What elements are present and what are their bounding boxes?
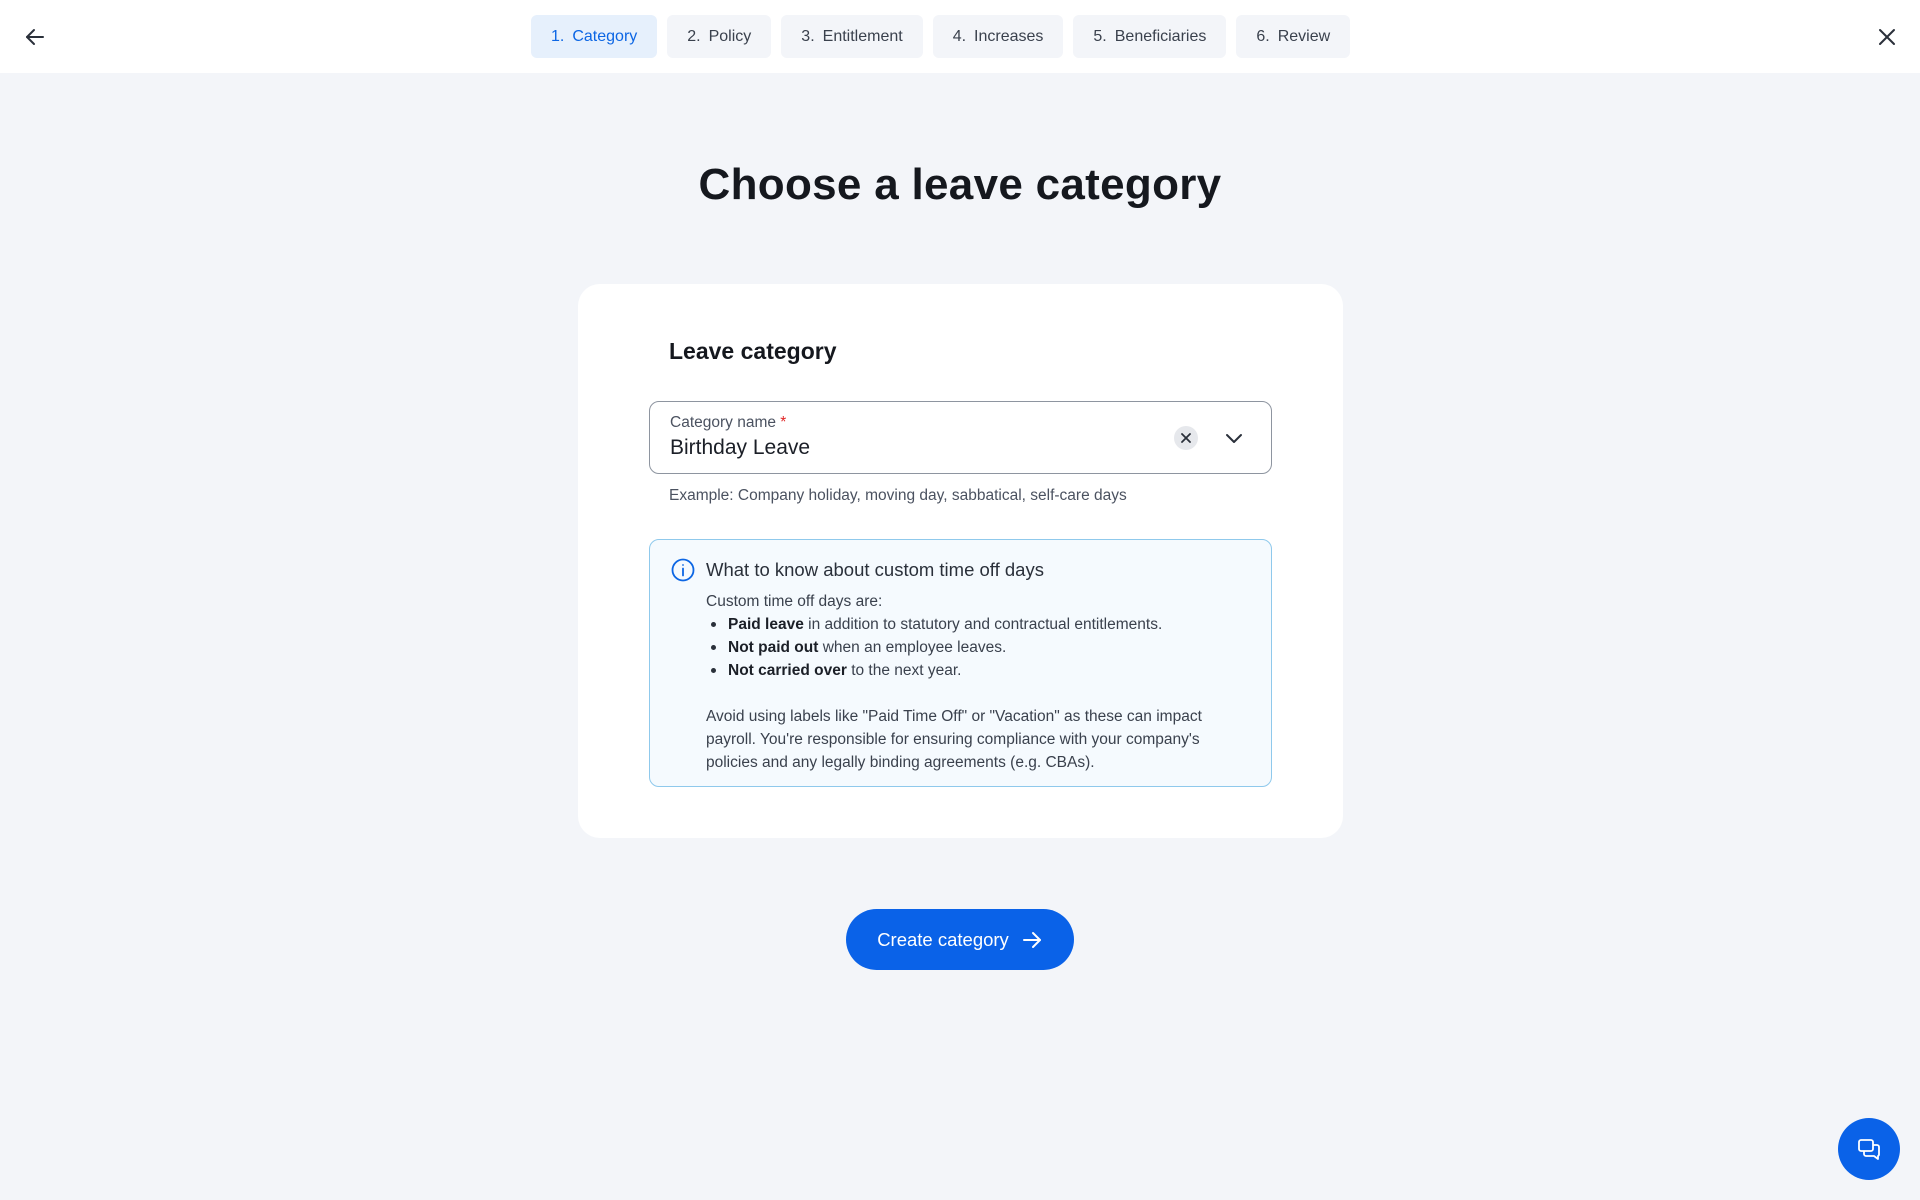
dropdown-toggle[interactable] <box>1220 424 1248 452</box>
bullet-bold: Not paid out <box>728 639 819 656</box>
clear-selection-button[interactable] <box>1174 426 1198 450</box>
step-number: 6. <box>1256 27 1270 45</box>
bullet-bold: Paid leave <box>728 616 804 633</box>
info-callout: What to know about custom time off days … <box>649 539 1272 787</box>
step-number: 1. <box>551 27 565 45</box>
card-title: Leave category <box>669 338 837 364</box>
step-label: Review <box>1277 27 1331 45</box>
bullet-text: in addition to statutory and contractual… <box>803 616 1163 633</box>
info-body: Custom time off days are: Paid leave in … <box>706 590 1246 774</box>
clear-icon <box>1181 433 1191 443</box>
step-label: Policy <box>708 27 752 45</box>
category-name-select[interactable]: Category name * Birthday Leave <box>649 401 1272 474</box>
selected-value: Birthday Leave <box>670 436 811 459</box>
step-beneficiaries[interactable]: 5. Beneficiaries <box>1073 15 1227 58</box>
step-increases[interactable]: 4. Increases <box>932 15 1064 58</box>
step-number: 4. <box>952 27 967 45</box>
top-bar: 1. Category 2. Policy 3. Entitlement 4. … <box>0 0 1920 73</box>
arrow-left-icon <box>26 29 44 45</box>
step-label: Increases <box>974 27 1044 45</box>
step-entitlement[interactable]: 3. Entitlement <box>781 15 923 58</box>
info-intro: Custom time off days are: <box>706 593 883 610</box>
chevron-down-icon <box>1226 434 1242 443</box>
bullet-bold: Not carried over <box>728 662 847 679</box>
step-number: 5. <box>1093 27 1107 45</box>
bullet-text: to the next year. <box>846 662 962 679</box>
create-category-button[interactable]: Create category <box>846 909 1074 970</box>
step-label: Beneficiaries <box>1114 27 1207 45</box>
step-label: Category <box>572 27 638 45</box>
create-category-label: Create category <box>877 928 1009 950</box>
stepper: 1. Category 2. Policy 3. Entitlement 4. … <box>531 15 1351 58</box>
info-bullet: Not paid out when an employee leaves. <box>706 636 1246 659</box>
step-policy[interactable]: 2. Policy <box>667 15 772 58</box>
close-icon <box>1879 29 1895 45</box>
step-label: Entitlement <box>822 27 903 45</box>
arrow-right-icon <box>1022 931 1041 948</box>
step-number: 2. <box>687 27 701 45</box>
info-note: Avoid using labels like "Paid Time Off" … <box>706 708 1202 771</box>
chat-icon <box>1858 1139 1880 1160</box>
close-button[interactable] <box>1872 22 1902 52</box>
step-review[interactable]: 6. Review <box>1236 15 1351 58</box>
field-label-text: Category name <box>670 414 776 431</box>
info-icon <box>671 558 695 582</box>
bullet-text: when an employee leaves. <box>818 639 1007 656</box>
info-bullet: Paid leave in addition to statutory and … <box>706 613 1246 636</box>
chat-button[interactable] <box>1838 1118 1900 1180</box>
step-number: 3. <box>801 27 815 45</box>
info-bullet: Not carried over to the next year. <box>706 659 1246 682</box>
page-title: Choose a leave category <box>698 160 1222 209</box>
info-bullet-list: Paid leave in addition to statutory and … <box>706 613 1246 682</box>
step-category[interactable]: 1. Category <box>531 15 658 58</box>
field-helper-text: Example: Company holiday, moving day, sa… <box>669 487 1127 504</box>
leave-category-card: Leave category Category name * Birthday … <box>578 284 1343 838</box>
info-title: What to know about custom time off days <box>706 559 1044 580</box>
back-button[interactable] <box>20 22 50 52</box>
required-marker: * <box>780 414 787 431</box>
field-label: Category name * <box>670 414 786 432</box>
